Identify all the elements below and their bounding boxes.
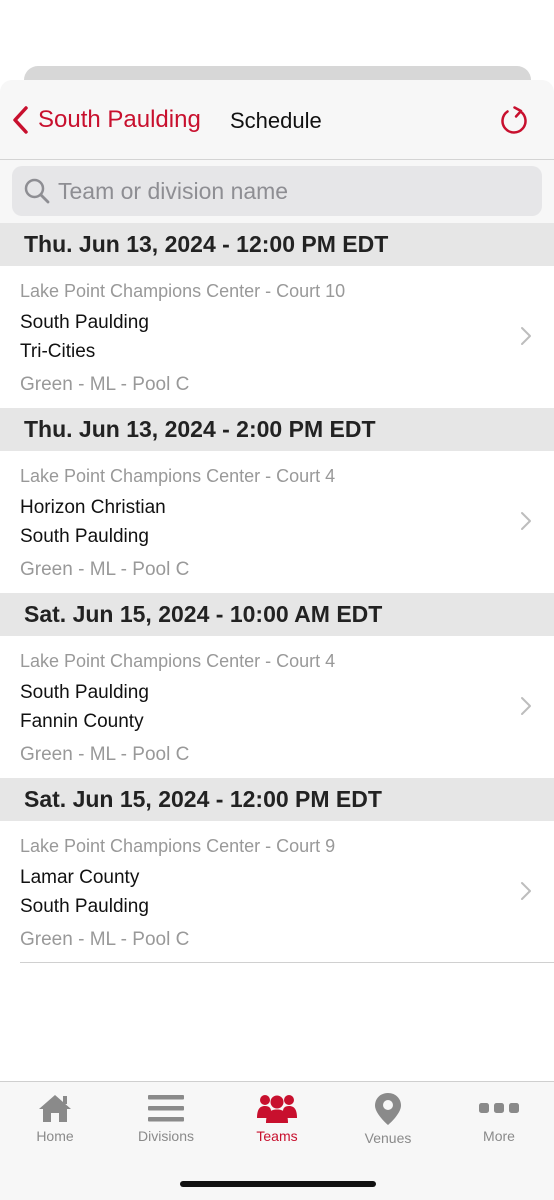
schedule-sheet: South Paulding Schedule Thu. Jun 13, 202… — [0, 80, 554, 1200]
list-icon — [148, 1095, 184, 1122]
tab-label: Venues — [364, 1130, 412, 1146]
game-division: Green - ML - Pool C — [20, 559, 190, 580]
tab-home[interactable]: Home — [0, 1092, 110, 1144]
game-team-2: South Paulding — [20, 526, 149, 547]
location-pin-icon — [375, 1093, 401, 1125]
refresh-icon — [501, 106, 527, 134]
navigation-bar: South Paulding Schedule — [0, 80, 554, 160]
tab-label: Divisions — [137, 1128, 194, 1144]
page-title: Schedule — [230, 108, 322, 133]
game-team-2: Tri-Cities — [20, 341, 96, 362]
search-input[interactable] — [58, 177, 518, 205]
game-date-header: Sat. Jun 15, 2024 - 12:00 PM EDT — [0, 778, 554, 821]
back-button-label: South Paulding — [38, 106, 201, 133]
game-venue: Lake Point Champions Center - Court 10 — [20, 281, 346, 301]
game-row[interactable]: Lake Point Champions Center - Court 4 So… — [0, 636, 554, 778]
home-indicator[interactable] — [180, 1181, 376, 1187]
tab-divisions[interactable]: Divisions — [111, 1092, 221, 1144]
game-division: Green - ML - Pool C — [20, 744, 190, 765]
game-team-2: Fannin County — [20, 711, 144, 732]
game-venue: Lake Point Champions Center - Court 9 — [20, 836, 336, 856]
back-button[interactable]: South Paulding — [12, 102, 201, 138]
game-team-1: South Paulding — [20, 312, 149, 333]
people-icon — [257, 1095, 297, 1123]
game-date-header: Thu. Jun 13, 2024 - 12:00 PM EDT — [0, 223, 554, 266]
game-team-1: Lamar County — [20, 867, 140, 888]
game-division: Green - ML - Pool C — [20, 929, 190, 950]
chevron-right-icon — [521, 512, 531, 530]
game-team-1: South Paulding — [20, 682, 149, 703]
tab-label: More — [483, 1128, 515, 1144]
chevron-left-icon — [13, 106, 28, 134]
game-date-header: Thu. Jun 13, 2024 - 2:00 PM EDT — [0, 408, 554, 451]
game-row[interactable]: Lake Point Champions Center - Court 9 La… — [20, 821, 554, 963]
game-row[interactable]: Lake Point Champions Center - Court 10 S… — [0, 266, 554, 408]
game-division: Green - ML - Pool C — [20, 374, 190, 395]
chevron-right-icon — [521, 882, 531, 900]
home-icon — [39, 1095, 71, 1122]
tab-venues[interactable]: Venues — [333, 1092, 443, 1146]
chevron-right-icon — [521, 697, 531, 715]
game-venue: Lake Point Champions Center - Court 4 — [20, 651, 336, 671]
refresh-button[interactable] — [498, 102, 530, 138]
game-date-header: Sat. Jun 15, 2024 - 10:00 AM EDT — [0, 593, 554, 636]
search-bar — [0, 160, 554, 223]
tab-label: Teams — [256, 1128, 298, 1144]
game-venue: Lake Point Champions Center - Court 4 — [20, 466, 336, 486]
chevron-right-icon — [521, 327, 531, 345]
tab-teams[interactable]: Teams — [222, 1092, 332, 1144]
game-team-1: Horizon Christian — [20, 497, 166, 518]
search-field[interactable] — [12, 166, 542, 216]
tab-label: Home — [36, 1128, 74, 1144]
game-row[interactable]: Lake Point Champions Center - Court 4 Ho… — [0, 451, 554, 593]
more-dots-icon — [479, 1103, 519, 1113]
search-icon — [24, 178, 50, 204]
schedule-list: Thu. Jun 13, 2024 - 12:00 PM EDT Lake Po… — [0, 223, 554, 963]
tab-more[interactable]: More — [444, 1092, 554, 1144]
game-team-2: South Paulding — [20, 896, 149, 917]
